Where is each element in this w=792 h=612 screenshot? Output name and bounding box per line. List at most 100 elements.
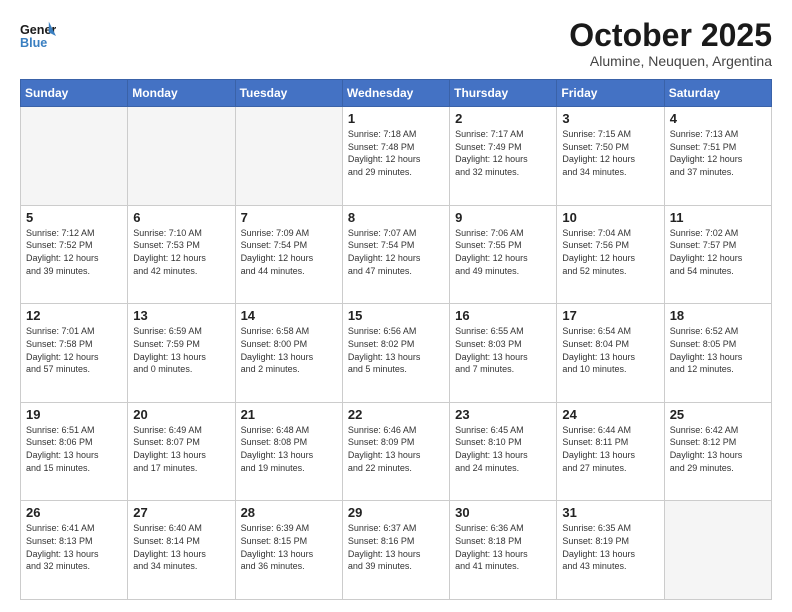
day-info: Sunrise: 6:41 AM Sunset: 8:13 PM Dayligh… — [26, 522, 122, 572]
day-info: Sunrise: 7:17 AM Sunset: 7:49 PM Dayligh… — [455, 128, 551, 178]
calendar-cell: 13 Sunrise: 6:59 AM Sunset: 7:59 PM Dayli… — [128, 304, 235, 403]
day-number: 25 — [670, 407, 766, 422]
calendar-cell: 11 Sunrise: 7:02 AM Sunset: 7:57 PM Dayli… — [664, 205, 771, 304]
calendar-cell: 2 Sunrise: 7:17 AM Sunset: 7:49 PM Daylig… — [450, 107, 557, 206]
day-info: Sunrise: 6:37 AM Sunset: 8:16 PM Dayligh… — [348, 522, 444, 572]
day-number: 20 — [133, 407, 229, 422]
calendar-cell: 14Sunrise: 6:58 AM Sunset: 8:00 PM Dayli… — [235, 304, 342, 403]
day-info: Sunrise: 7:02 AM Sunset: 7:57 PM Dayligh… — [670, 227, 766, 277]
calendar-cell: 1 Sunrise: 7:18 AM Sunset: 7:48 PM Daylig… — [342, 107, 449, 206]
calendar-cell: 3 Sunrise: 7:15 AM Sunset: 7:50 PM Daylig… — [557, 107, 664, 206]
calendar-cell: 23Sunrise: 6:45 AM Sunset: 8:10 PM Dayli… — [450, 402, 557, 501]
day-info: Sunrise: 6:39 AM Sunset: 8:15 PM Dayligh… — [241, 522, 337, 572]
day-number: 22 — [348, 407, 444, 422]
day-number: 6 — [133, 210, 229, 225]
calendar-cell: 9 Sunrise: 7:06 AM Sunset: 7:55 PM Daylig… — [450, 205, 557, 304]
day-info: Sunrise: 6:52 AM Sunset: 8:05 PM Dayligh… — [670, 325, 766, 375]
day-info: Sunrise: 6:35 AM Sunset: 8:19 PM Dayligh… — [562, 522, 658, 572]
day-number: 17 — [562, 308, 658, 323]
col-friday: Friday — [557, 80, 664, 107]
day-number: 8 — [348, 210, 444, 225]
day-number: 28 — [241, 505, 337, 520]
day-number: 7 — [241, 210, 337, 225]
day-number: 23 — [455, 407, 551, 422]
logo: General Blue — [20, 18, 56, 54]
day-number: 12 — [26, 308, 122, 323]
day-info: Sunrise: 6:40 AM Sunset: 8:14 PM Dayligh… — [133, 522, 229, 572]
day-number: 15 — [348, 308, 444, 323]
day-number: 31 — [562, 505, 658, 520]
calendar-cell: 6 Sunrise: 7:10 AM Sunset: 7:53 PM Daylig… — [128, 205, 235, 304]
calendar-cell: 20 Sunrise: 6:49 AM Sunset: 8:07 PM Dayli… — [128, 402, 235, 501]
calendar-cell: 19 Sunrise: 6:51 AM Sunset: 8:06 PM Dayli… — [21, 402, 128, 501]
day-info: Sunrise: 7:06 AM Sunset: 7:55 PM Dayligh… — [455, 227, 551, 277]
day-number: 3 — [562, 111, 658, 126]
day-info: Sunrise: 7:18 AM Sunset: 7:48 PM Dayligh… — [348, 128, 444, 178]
col-wednesday: Wednesday — [342, 80, 449, 107]
day-info: Sunrise: 6:51 AM Sunset: 8:06 PM Dayligh… — [26, 424, 122, 474]
calendar-cell: 28 Sunrise: 6:39 AM Sunset: 8:15 PM Dayli… — [235, 501, 342, 600]
calendar-cell: 21 Sunrise: 6:48 AM Sunset: 8:08 PM Dayli… — [235, 402, 342, 501]
day-info: Sunrise: 7:04 AM Sunset: 7:56 PM Dayligh… — [562, 227, 658, 277]
day-info: Sunrise: 7:15 AM Sunset: 7:50 PM Dayligh… — [562, 128, 658, 178]
calendar-cell — [235, 107, 342, 206]
day-info: Sunrise: 6:48 AM Sunset: 8:08 PM Dayligh… — [241, 424, 337, 474]
col-thursday: Thursday — [450, 80, 557, 107]
day-info: Sunrise: 6:44 AM Sunset: 8:11 PM Dayligh… — [562, 424, 658, 474]
calendar-week-3: 19 Sunrise: 6:51 AM Sunset: 8:06 PM Dayli… — [21, 402, 772, 501]
calendar-cell: 16 Sunrise: 6:55 AM Sunset: 8:03 PM Dayli… — [450, 304, 557, 403]
day-info: Sunrise: 6:55 AM Sunset: 8:03 PM Dayligh… — [455, 325, 551, 375]
day-number: 11 — [670, 210, 766, 225]
day-info: Sunrise: 6:42 AM Sunset: 8:12 PM Dayligh… — [670, 424, 766, 474]
day-number: 13 — [133, 308, 229, 323]
day-info: Sunrise: 6:36 AM Sunset: 8:18 PM Dayligh… — [455, 522, 551, 572]
day-info: Sunrise: 6:49 AM Sunset: 8:07 PM Dayligh… — [133, 424, 229, 474]
day-info: Sunrise: 7:10 AM Sunset: 7:53 PM Dayligh… — [133, 227, 229, 277]
col-tuesday: Tuesday — [235, 80, 342, 107]
col-saturday: Saturday — [664, 80, 771, 107]
day-info: Sunrise: 7:12 AM Sunset: 7:52 PM Dayligh… — [26, 227, 122, 277]
calendar-cell: 22 Sunrise: 6:46 AM Sunset: 8:09 PM Dayli… — [342, 402, 449, 501]
calendar-table: Sunday Monday Tuesday Wednesday Thursday… — [20, 79, 772, 600]
day-number: 16 — [455, 308, 551, 323]
calendar-cell: 27Sunrise: 6:40 AM Sunset: 8:14 PM Dayli… — [128, 501, 235, 600]
calendar-cell: 7 Sunrise: 7:09 AM Sunset: 7:54 PM Daylig… — [235, 205, 342, 304]
day-info: Sunrise: 7:09 AM Sunset: 7:54 PM Dayligh… — [241, 227, 337, 277]
svg-text:Blue: Blue — [20, 36, 47, 50]
calendar-cell: 18 Sunrise: 6:52 AM Sunset: 8:05 PM Dayli… — [664, 304, 771, 403]
calendar-week-0: 1 Sunrise: 7:18 AM Sunset: 7:48 PM Daylig… — [21, 107, 772, 206]
calendar-week-4: 26 Sunrise: 6:41 AM Sunset: 8:13 PM Dayli… — [21, 501, 772, 600]
calendar-cell: 30 Sunrise: 6:36 AM Sunset: 8:18 PM Dayli… — [450, 501, 557, 600]
calendar-cell: 24 Sunrise: 6:44 AM Sunset: 8:11 PM Dayli… — [557, 402, 664, 501]
day-number: 24 — [562, 407, 658, 422]
day-number: 4 — [670, 111, 766, 126]
calendar-cell: 17Sunrise: 6:54 AM Sunset: 8:04 PM Dayli… — [557, 304, 664, 403]
logo-icon: General Blue — [20, 18, 56, 54]
day-info: Sunrise: 6:46 AM Sunset: 8:09 PM Dayligh… — [348, 424, 444, 474]
location: Alumine, Neuquen, Argentina — [569, 53, 772, 69]
calendar-cell: 29 Sunrise: 6:37 AM Sunset: 8:16 PM Dayli… — [342, 501, 449, 600]
calendar-cell: 4Sunrise: 7:13 AM Sunset: 7:51 PM Daylig… — [664, 107, 771, 206]
page: General Blue October 2025 Alumine, Neuqu… — [0, 0, 792, 612]
days-of-week-row: Sunday Monday Tuesday Wednesday Thursday… — [21, 80, 772, 107]
day-number: 29 — [348, 505, 444, 520]
calendar-cell: 15 Sunrise: 6:56 AM Sunset: 8:02 PM Dayli… — [342, 304, 449, 403]
day-number: 9 — [455, 210, 551, 225]
day-number: 26 — [26, 505, 122, 520]
title-area: October 2025 Alumine, Neuquen, Argentina — [569, 18, 772, 69]
day-number: 30 — [455, 505, 551, 520]
day-number: 19 — [26, 407, 122, 422]
calendar-cell: 10 Sunrise: 7:04 AM Sunset: 7:56 PM Dayli… — [557, 205, 664, 304]
day-number: 18 — [670, 308, 766, 323]
day-number: 21 — [241, 407, 337, 422]
calendar-cell — [664, 501, 771, 600]
calendar-cell: 12Sunrise: 7:01 AM Sunset: 7:58 PM Dayli… — [21, 304, 128, 403]
day-number: 2 — [455, 111, 551, 126]
calendar-cell: 31 Sunrise: 6:35 AM Sunset: 8:19 PM Dayli… — [557, 501, 664, 600]
day-number: 1 — [348, 111, 444, 126]
calendar-cell: 5 Sunrise: 7:12 AM Sunset: 7:52 PM Daylig… — [21, 205, 128, 304]
day-number: 10 — [562, 210, 658, 225]
day-number: 5 — [26, 210, 122, 225]
day-info: Sunrise: 6:56 AM Sunset: 8:02 PM Dayligh… — [348, 325, 444, 375]
day-info: Sunrise: 6:59 AM Sunset: 7:59 PM Dayligh… — [133, 325, 229, 375]
